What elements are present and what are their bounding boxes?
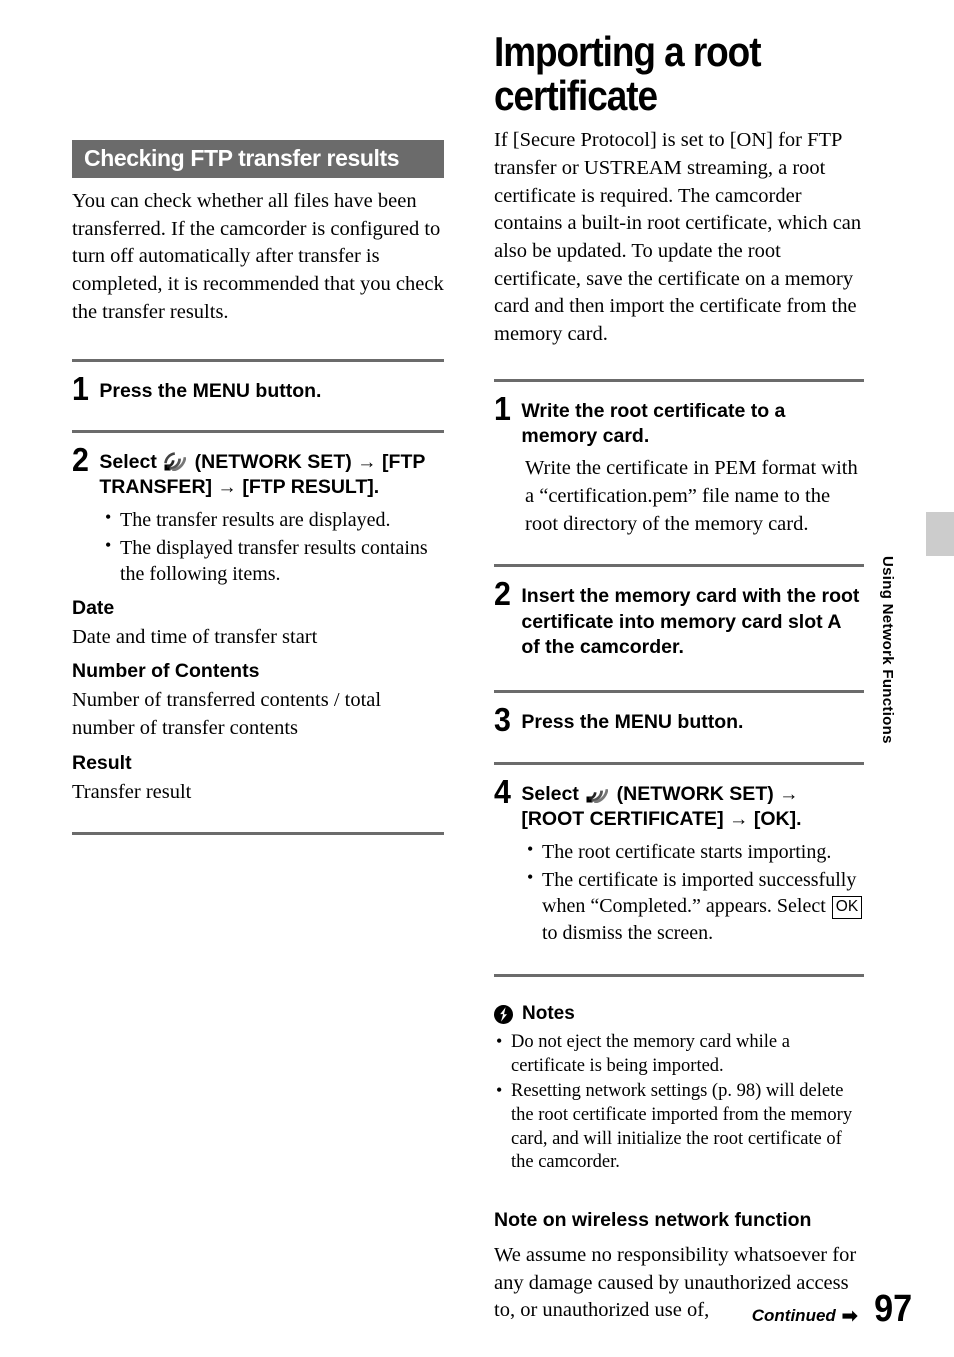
- step-1-right: 1 Write the root certificate to a memory…: [494, 389, 864, 450]
- list-item: The root certificate starts importing.: [525, 837, 864, 865]
- continued-label: Continued: [751, 1306, 836, 1325]
- step-number: 1: [72, 369, 89, 407]
- page-footer: Continued ➡ 97: [494, 1290, 914, 1328]
- definition-desc-date: Date and time of transfer start: [72, 625, 318, 648]
- definition-desc-number-of-contents: Number of transferred contents / total n…: [72, 689, 382, 740]
- list-item: Do not eject the memory card while a cer…: [494, 1030, 864, 1078]
- ok-key-badge[interactable]: OK: [831, 896, 863, 919]
- step-title: Press the MENU button.: [99, 379, 322, 402]
- rule-above-right-step-2: [494, 564, 864, 568]
- step-title: Select (NETWORK SET) → [ROOT CERTIFICATE…: [521, 777, 864, 833]
- left-column: Checking FTP transfer results You can ch…: [72, 0, 444, 836]
- definition-desc-result: Transfer result: [72, 780, 192, 803]
- step-number: 2: [494, 575, 511, 613]
- list-item: The certificate is imported successfully…: [525, 866, 864, 946]
- step-title: Select (NETWORK SET) → [FTP TRANSFER] → …: [99, 445, 444, 501]
- step-title: Press the MENU button.: [521, 711, 744, 734]
- notes-heading-row: Notes: [494, 1003, 864, 1025]
- rule-above-right-step-4: [494, 761, 864, 765]
- step-2-left: 2 Select (NETWORK SET) → [FTP TRANSFER] …: [72, 440, 444, 501]
- notes-list: Do not eject the memory card while a cer…: [494, 1030, 864, 1175]
- step-2-body: The transfer results are displayed. The …: [103, 506, 444, 588]
- step-4-bullets: The root certificate starts importing. T…: [525, 837, 864, 947]
- rule-above-right-step-3: [494, 690, 864, 694]
- step-2-right: 2 Insert the memory card with the root c…: [494, 575, 864, 660]
- side-tab-block: [926, 512, 954, 556]
- notes-bolt-icon: [494, 1004, 513, 1024]
- step-3-right: 3 Press the MENU button.: [494, 701, 864, 739]
- right-intro-paragraph: If [Secure Protocol] is set to [ON] for …: [494, 129, 862, 346]
- definition-term-date: Date: [72, 596, 115, 619]
- step-text-before-icon: Select: [521, 782, 585, 805]
- network-signal-icon: [164, 452, 187, 472]
- definition-term-number-of-contents: Number of Contents: [72, 660, 260, 683]
- note-wireless-heading: Note on wireless network function: [494, 1209, 812, 1232]
- step-2-bullets: The transfer results are displayed. The …: [103, 506, 444, 588]
- network-signal-icon: [586, 784, 609, 804]
- side-tab-label: Using Network Functions: [879, 556, 896, 744]
- definition-term-result: Result: [72, 751, 132, 774]
- step-1-right-body: Write the certificate in PEM format with…: [525, 455, 864, 538]
- step-4-right: 4 Select (NETWORK SET) → [ROOT CERTIFICA…: [494, 772, 864, 833]
- notes-heading: Notes: [522, 1003, 575, 1025]
- list-item: The displayed transfer results contains …: [103, 534, 444, 588]
- step-number: 1: [494, 389, 511, 427]
- list-item: The transfer results are displayed.: [103, 506, 444, 533]
- rule-below-left-steps: [72, 832, 444, 836]
- step-title: Write the root certificate to a memory c…: [521, 399, 786, 448]
- step-4-right-body: The root certificate starts importing. T…: [525, 837, 864, 947]
- step-body-text: Write the certificate in PEM format with…: [525, 457, 858, 535]
- step-number: 2: [72, 440, 89, 478]
- page-number: 97: [873, 1288, 912, 1330]
- left-intro-paragraph: You can check whether all files have bee…: [72, 190, 444, 323]
- step-number: 3: [494, 701, 511, 739]
- page-title: Importing a root certificate: [494, 28, 762, 119]
- list-item: Resetting network settings (p. 98) will …: [494, 1079, 864, 1175]
- section-header-checking-ftp: Checking FTP transfer results: [72, 140, 444, 179]
- step-text-before-icon: Select: [99, 450, 163, 473]
- step-1-left: 1 Press the MENU button.: [72, 369, 444, 407]
- bullet-text-part1: The certificate is imported successfully…: [542, 868, 857, 918]
- step-number: 4: [494, 772, 511, 810]
- bullet-text-part2: to dismiss the screen.: [542, 921, 714, 944]
- right-column: Importing a root certificate If [Secure …: [494, 0, 864, 1325]
- rule-above-right-step-1: [494, 378, 864, 382]
- step-title: Insert the memory card with the root cer…: [521, 585, 860, 659]
- rule-above-step-1: [72, 358, 444, 362]
- rule-above-step-2: [72, 429, 444, 433]
- continued-arrow-icon: ➡: [841, 1306, 858, 1327]
- rule-above-notes: [494, 974, 864, 978]
